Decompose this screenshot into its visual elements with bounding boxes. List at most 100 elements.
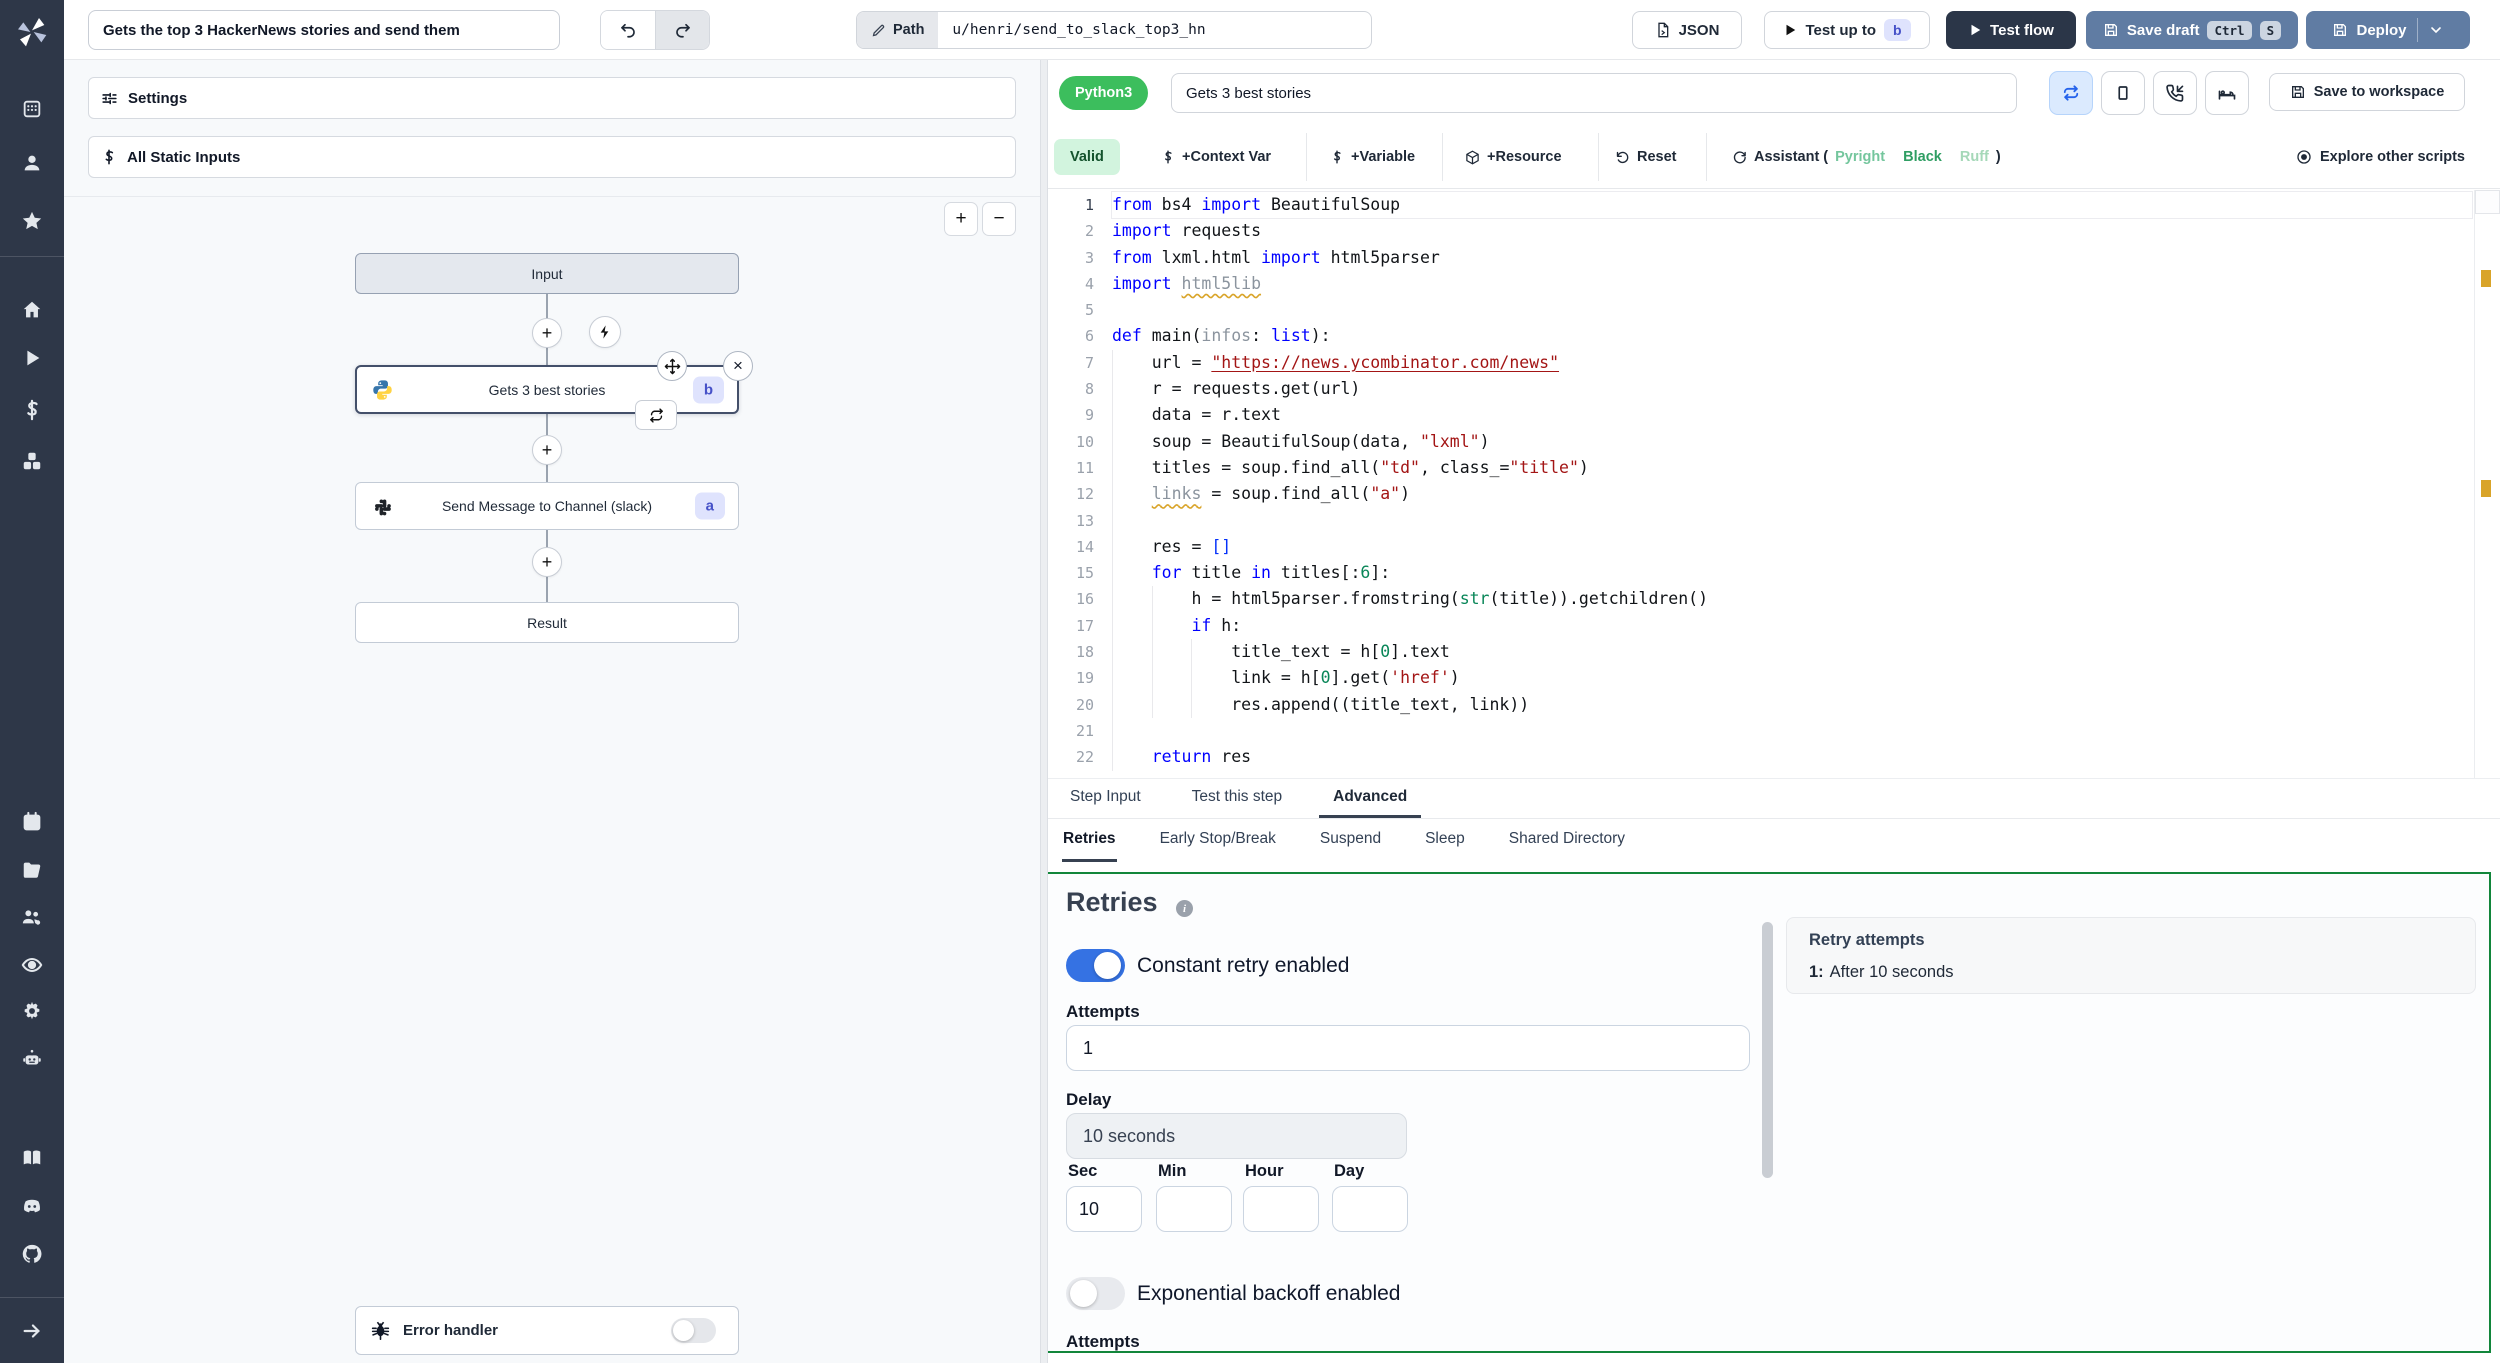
- workers-robot-icon[interactable]: [21, 1048, 43, 1070]
- attempts-input[interactable]: [1066, 1025, 1750, 1071]
- add-context-var-button[interactable]: +Context Var: [1161, 139, 1271, 175]
- error-handler-toggle[interactable]: [671, 1318, 716, 1343]
- groups-icon[interactable]: [21, 906, 43, 928]
- code-line: link = h[0].get('href'): [1112, 665, 2472, 692]
- expand-sidebar-arrow-icon[interactable]: [21, 1320, 43, 1342]
- subtab-sleep[interactable]: Sleep: [1424, 819, 1466, 862]
- hour-input[interactable]: [1243, 1186, 1319, 1232]
- runs-icon[interactable]: [21, 347, 43, 369]
- retry-loop-icon: [2063, 85, 2079, 101]
- star-icon[interactable]: [21, 210, 43, 232]
- all-static-inputs-bar[interactable]: All Static Inputs: [88, 136, 1016, 178]
- delay-input[interactable]: [1066, 1113, 1407, 1159]
- save-draft-button[interactable]: Save draft Ctrl S: [2086, 11, 2298, 49]
- step-title-input[interactable]: [1171, 73, 2017, 113]
- flow-node-input[interactable]: Input: [355, 253, 739, 294]
- zoom-in-button[interactable]: +: [944, 202, 978, 236]
- min-input[interactable]: [1156, 1186, 1232, 1232]
- square-icon: [2118, 86, 2128, 100]
- min-label: Min: [1158, 1162, 1187, 1180]
- node-label: Gets 3 best stories: [488, 381, 606, 398]
- reset-button[interactable]: Reset: [1615, 139, 1677, 175]
- early-stop-toolbar-button[interactable]: [2101, 71, 2145, 115]
- flow-node-step-a[interactable]: Send Message to Channel (slack) a: [355, 482, 739, 530]
- save-to-workspace-button[interactable]: Save to workspace: [2269, 73, 2465, 111]
- json-button[interactable]: JSON: [1632, 11, 1742, 49]
- folders-icon[interactable]: [21, 859, 43, 881]
- zoom-out-button[interactable]: −: [982, 202, 1016, 236]
- divider: [64, 196, 1040, 197]
- sleep-toolbar-button[interactable]: [2205, 71, 2249, 115]
- move-node-button[interactable]: [657, 351, 687, 381]
- subtab-retries[interactable]: Retries: [1062, 819, 1117, 862]
- sidebar: [0, 0, 64, 1363]
- add-variable-button[interactable]: +Variable: [1330, 139, 1415, 175]
- divider: [2416, 18, 2418, 42]
- tab-advanced[interactable]: Advanced: [1319, 779, 1422, 818]
- code-line: from lxml.html import html5parser: [1112, 247, 1440, 267]
- code-toolbar: Valid +Context Var +Variable +Resource R…: [1048, 125, 2500, 189]
- info-icon[interactable]: i: [1176, 900, 1193, 917]
- code-line: res = []: [1112, 533, 2472, 561]
- panel-splitter[interactable]: [1040, 60, 1048, 1363]
- test-flow-button[interactable]: Test flow: [1946, 11, 2076, 49]
- docs-book-icon[interactable]: [21, 1147, 43, 1169]
- retries-scrollbar[interactable]: [1762, 922, 1773, 1178]
- add-step-button[interactable]: +: [532, 547, 562, 577]
- valid-badge: Valid: [1054, 139, 1120, 175]
- loop-node-button[interactable]: [635, 400, 677, 430]
- add-step-button[interactable]: +: [532, 318, 562, 348]
- line-number: 1: [1084, 196, 1094, 214]
- chevron-down-icon[interactable]: [2428, 22, 2444, 38]
- add-step-button[interactable]: +: [532, 435, 562, 465]
- test-up-to-button[interactable]: Test up to b: [1764, 11, 1930, 49]
- variables-icon[interactable]: [21, 399, 43, 421]
- error-handler-node[interactable]: Error handler: [355, 1306, 739, 1355]
- save-icon: [2104, 24, 2117, 36]
- delete-node-button[interactable]: ×: [723, 351, 753, 381]
- retries-toolbar-button[interactable]: [2049, 71, 2093, 115]
- file-icon: [1657, 22, 1668, 38]
- home-icon[interactable]: [21, 299, 43, 321]
- exponential-backoff-toggle[interactable]: [1066, 1277, 1125, 1310]
- redo-button[interactable]: [655, 11, 709, 49]
- attempts-label: Attempts: [1066, 1002, 1140, 1021]
- subtab-suspend[interactable]: Suspend: [1319, 819, 1382, 862]
- flow-title-input[interactable]: [88, 10, 560, 50]
- warning-mark: [2481, 270, 2491, 287]
- windmill-flow-editor: Path u/henri/send_to_slack_top3_hn JSON …: [0, 0, 2500, 1363]
- tab-step-input[interactable]: Step Input: [1056, 779, 1155, 818]
- discord-icon[interactable]: [21, 1195, 43, 1217]
- subtab-shared-directory[interactable]: Shared Directory: [1508, 819, 1626, 862]
- windmill-logo-icon[interactable]: [12, 12, 52, 50]
- constant-retry-label: Constant retry enabled: [1137, 954, 1350, 977]
- tab-test-this-step[interactable]: Test this step: [1178, 779, 1296, 818]
- resources-icon[interactable]: [21, 450, 43, 472]
- suspend-toolbar-button[interactable]: [2153, 71, 2197, 115]
- eye-icon: [2297, 150, 2311, 164]
- github-icon[interactable]: [21, 1243, 43, 1265]
- flow-node-result[interactable]: Result: [355, 602, 739, 643]
- schedules-icon[interactable]: [21, 811, 43, 833]
- assistant-button[interactable]: Assistant (Pyright Black Ruff): [1732, 139, 2001, 175]
- node-label: Send Message to Channel (slack): [441, 498, 653, 514]
- workspace-grid-icon[interactable]: [21, 98, 43, 120]
- constant-retry-toggle[interactable]: [1066, 949, 1125, 982]
- line-number: 11: [1075, 458, 1094, 477]
- path-field[interactable]: Path u/henri/send_to_slack_top3_hn: [856, 11, 1372, 49]
- add-resource-button[interactable]: +Resource: [1465, 139, 1562, 175]
- deploy-button[interactable]: Deploy: [2306, 11, 2470, 49]
- subtab-early-stop[interactable]: Early Stop/Break: [1159, 819, 1277, 862]
- code-editor[interactable]: 1 2 3 4 5 6 7 8 9 10 11 12 13 14 15 16 17 18 19 20 21 22 from…: [1048, 190, 2500, 778]
- undo-button[interactable]: [601, 11, 655, 49]
- explore-other-scripts-button[interactable]: Explore other scripts: [2296, 139, 2465, 175]
- user-icon[interactable]: [21, 152, 43, 174]
- audit-logs-icon[interactable]: [21, 954, 43, 976]
- line-number: 2: [1084, 222, 1094, 241]
- settings-gear-icon[interactable]: [21, 1000, 43, 1022]
- overview-ruler[interactable]: [2474, 190, 2500, 778]
- flow-settings-bar[interactable]: Settings: [88, 77, 1016, 119]
- trigger-bolt-button[interactable]: [589, 316, 621, 348]
- sec-input[interactable]: [1066, 1186, 1142, 1232]
- day-input[interactable]: [1332, 1186, 1408, 1232]
